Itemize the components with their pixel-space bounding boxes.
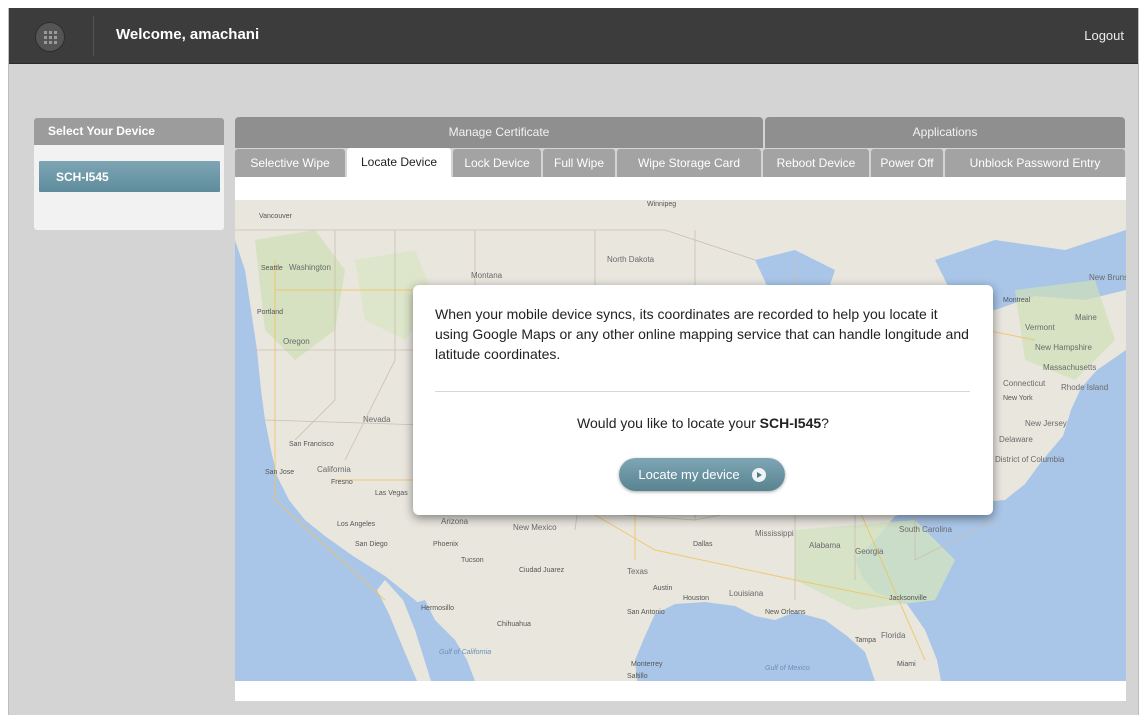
- app-frame: Welcome, amachani Logout Select Your Dev…: [8, 8, 1139, 715]
- label-fresno: Fresno: [331, 479, 353, 486]
- sidebar-title: Select Your Device: [34, 118, 224, 145]
- label-maine: Maine: [1075, 313, 1097, 322]
- label-saltillo: Saltillo: [627, 673, 648, 680]
- label-houston: Houston: [683, 595, 709, 602]
- label-vermont: Vermont: [1025, 323, 1056, 332]
- label-new-brunswick: New Brunswick: [1089, 273, 1126, 282]
- label-tampa: Tampa: [855, 637, 876, 644]
- label-district-of-columbia: District of Columbia: [995, 455, 1065, 464]
- locate-device-dialog: When your mobile device syncs, its coord…: [413, 285, 993, 515]
- question-prefix: Would you like to locate your: [577, 415, 760, 431]
- label-montreal: Montreal: [1003, 297, 1031, 304]
- label-georgia: Georgia: [855, 547, 884, 556]
- label-new-jersey: New Jersey: [1025, 419, 1067, 428]
- label-gulf-of-mexico: Gulf of Mexico: [765, 665, 810, 672]
- label-washington: Washington: [289, 263, 331, 272]
- label-ciudad-juarez: Ciudad Juarez: [519, 567, 565, 574]
- label-monterrey: Monterrey: [631, 661, 663, 668]
- label-san-jose: San Jose: [265, 469, 294, 476]
- action-tabs: Manage Certificate Applications Selectiv…: [235, 117, 1125, 177]
- label-oregon: Oregon: [283, 337, 310, 346]
- label-seattle: Seattle: [261, 265, 283, 272]
- label-new-orleans: New Orleans: [765, 609, 806, 616]
- label-miami: Miami: [897, 661, 916, 668]
- label-north-dakota: North Dakota: [607, 255, 655, 264]
- label-san-diego: San Diego: [355, 541, 388, 548]
- label-louisiana: Louisiana: [729, 589, 764, 598]
- label-phoenix: Phoenix: [433, 541, 459, 548]
- label-los-angeles: Los Angeles: [337, 521, 376, 528]
- label-alabama: Alabama: [809, 541, 841, 550]
- question-device-name: SCH-I545: [759, 415, 822, 431]
- label-vancouver: Vancouver: [259, 213, 293, 220]
- label-austin: Austin: [653, 585, 673, 592]
- locate-button-label: Locate my device: [638, 467, 740, 482]
- label-nevada: Nevada: [363, 415, 391, 424]
- label-south-carolina: South Carolina: [899, 525, 952, 534]
- label-las-vegas: Las Vegas: [375, 490, 408, 497]
- label-mississippi: Mississippi: [755, 529, 794, 538]
- label-portland: Portland: [257, 309, 283, 316]
- label-dallas: Dallas: [693, 541, 713, 548]
- locate-question: Would you like to locate your SCH-I545?: [413, 415, 993, 431]
- label-san-francisco: San Francisco: [289, 441, 334, 448]
- tab-group-manage-certificate[interactable]: Manage Certificate: [235, 117, 763, 148]
- label-new-york: New York: [1003, 395, 1033, 402]
- tab-group-applications[interactable]: Applications: [765, 117, 1125, 148]
- tab-power-off[interactable]: Power Off: [871, 149, 943, 177]
- tab-selective-wipe[interactable]: Selective Wipe: [235, 149, 345, 177]
- label-new-mexico: New Mexico: [513, 523, 557, 532]
- label-montana: Montana: [471, 271, 503, 280]
- tab-unblock-password-entry[interactable]: Unblock Password Entry: [945, 149, 1125, 177]
- question-suffix: ?: [821, 415, 829, 431]
- label-new-hampshire: New Hampshire: [1035, 343, 1092, 352]
- label-tucson: Tucson: [461, 557, 484, 564]
- label-texas: Texas: [627, 567, 648, 576]
- label-chihuahua: Chihuahua: [497, 621, 531, 628]
- label-delaware: Delaware: [999, 435, 1033, 444]
- dialog-divider: [435, 391, 970, 392]
- tab-wipe-storage-card[interactable]: Wipe Storage Card: [617, 149, 761, 177]
- locate-description: When your mobile device syncs, its coord…: [435, 306, 969, 362]
- header-divider: [93, 16, 94, 56]
- label-hermosillo: Hermosillo: [421, 605, 454, 612]
- label-arizona: Arizona: [441, 517, 469, 526]
- tab-lock-device[interactable]: Lock Device: [453, 149, 541, 177]
- label-california: California: [317, 465, 351, 474]
- device-item-sch-i545[interactable]: SCH-I545: [39, 161, 220, 192]
- arrow-right-circle-icon: [751, 467, 766, 482]
- label-jacksonville: Jacksonville: [889, 595, 927, 602]
- device-sidebar: Select Your Device SCH-I545: [34, 118, 224, 230]
- locate-my-device-button[interactable]: Locate my device: [619, 458, 785, 491]
- label-gulf-of-california: Gulf of California: [439, 649, 491, 656]
- label-san-antonio: San Antonio: [627, 609, 665, 616]
- label-rhode-island: Rhode Island: [1061, 383, 1108, 392]
- logout-link[interactable]: Logout: [1084, 28, 1124, 43]
- app-logo-icon[interactable]: [35, 22, 65, 52]
- tab-reboot-device[interactable]: Reboot Device: [763, 149, 869, 177]
- tab-full-wipe[interactable]: Full Wipe: [543, 149, 615, 177]
- tab-locate-device[interactable]: Locate Device: [347, 148, 451, 177]
- top-bar: Welcome, amachani Logout: [9, 8, 1138, 64]
- label-connecticut: Connecticut: [1003, 379, 1046, 388]
- label-florida: Florida: [881, 631, 906, 640]
- welcome-text: Welcome, amachani: [116, 26, 260, 43]
- label-massachusetts: Massachusetts: [1043, 363, 1096, 372]
- label-winnipeg: Winnipeg: [647, 201, 676, 208]
